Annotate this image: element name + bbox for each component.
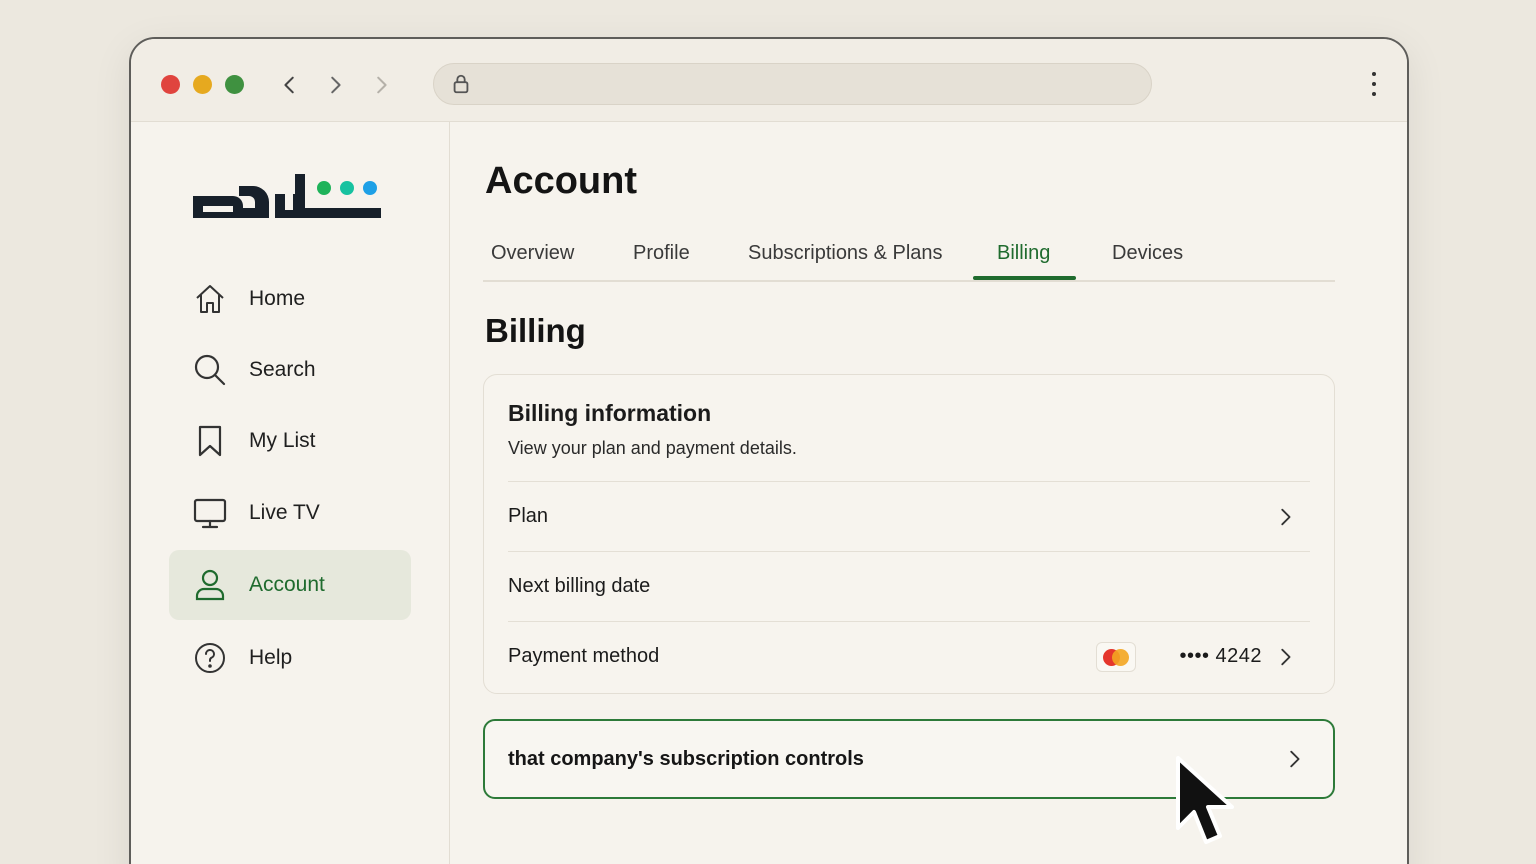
sidebar-item-label: My List: [249, 429, 316, 452]
chevron-right-icon: [1281, 508, 1291, 525]
maximize-window-button[interactable]: [225, 75, 244, 94]
sidebar-item-help[interactable]: Help: [169, 623, 411, 693]
chevron-right-icon: [377, 76, 387, 94]
user-icon: [193, 568, 227, 602]
tab-profile[interactable]: Profile: [633, 242, 690, 265]
account-tabs: Overview Profile Subscriptions & Plans B…: [483, 234, 1335, 282]
forward-disabled-button[interactable]: [368, 70, 394, 100]
plan-label: Plan: [508, 505, 549, 527]
minimize-window-button[interactable]: [193, 75, 212, 94]
logo-icon: [193, 174, 381, 218]
brand-logo[interactable]: [191, 166, 383, 222]
sidebar-item-label: Live TV: [249, 501, 320, 524]
home-icon: [193, 282, 227, 316]
tab-overview[interactable]: Overview: [491, 242, 574, 265]
sidebar-item-label: Home: [249, 287, 306, 310]
subscription-controls-label: that company's subscription controls: [508, 747, 864, 770]
back-button[interactable]: [277, 70, 303, 100]
bookmark-icon: [193, 424, 227, 458]
active-tab-indicator: [973, 276, 1076, 280]
sidebar: Home Search My List Live TV Account Help: [131, 122, 450, 864]
main-content: Account Overview Profile Subscriptions &…: [451, 122, 1407, 864]
lock-icon: [453, 74, 469, 94]
address-bar[interactable]: [433, 63, 1152, 105]
mouse-cursor-icon: [1176, 756, 1234, 844]
card-title: Billing information: [508, 400, 712, 426]
card-subtitle: View your plan and payment details.: [508, 438, 797, 458]
sidebar-item-label: Help: [249, 646, 293, 669]
billing-info-card: Billing information View your plan and p…: [483, 374, 1335, 694]
sidebar-item-label: Account: [249, 573, 325, 596]
tab-devices[interactable]: Devices: [1112, 242, 1183, 265]
kebab-menu-icon[interactable]: [1367, 69, 1381, 99]
search-icon: [193, 353, 227, 387]
next-billing-date-row: Next billing date: [508, 551, 1310, 621]
tv-icon: [193, 496, 227, 530]
payment-method-label: Payment method: [508, 645, 660, 667]
sidebar-item-home[interactable]: Home: [169, 264, 411, 334]
card-number-masked: •••• 4242: [1179, 645, 1262, 667]
next-billing-date-label: Next billing date: [508, 575, 651, 597]
sidebar-item-label: Search: [249, 358, 316, 381]
help-icon: [193, 641, 227, 675]
forward-button[interactable]: [322, 70, 348, 100]
payment-method-row[interactable]: Payment method •••• 4242: [508, 621, 1310, 691]
plan-row[interactable]: Plan: [508, 481, 1310, 551]
chevron-right-icon: [331, 76, 341, 94]
sidebar-item-my-list[interactable]: My List: [169, 406, 411, 476]
tab-billing[interactable]: Billing: [997, 242, 1050, 265]
chevron-right-icon: [1281, 648, 1291, 665]
mastercard-icon: [1096, 641, 1136, 672]
chevron-right-icon: [1290, 750, 1300, 768]
close-window-button[interactable]: [161, 75, 180, 94]
page-title: Account: [485, 160, 637, 202]
sidebar-item-search[interactable]: Search: [169, 335, 411, 405]
chevron-left-icon: [284, 76, 294, 94]
sidebar-item-account[interactable]: Account: [169, 550, 411, 620]
browser-window: Home Search My List Live TV Account Help…: [129, 37, 1409, 864]
sidebar-item-live-tv[interactable]: Live TV: [169, 478, 411, 548]
tab-subscriptions-plans[interactable]: Subscriptions & Plans: [748, 242, 943, 265]
browser-titlebar: [131, 39, 1407, 122]
section-title: Billing: [485, 312, 586, 349]
